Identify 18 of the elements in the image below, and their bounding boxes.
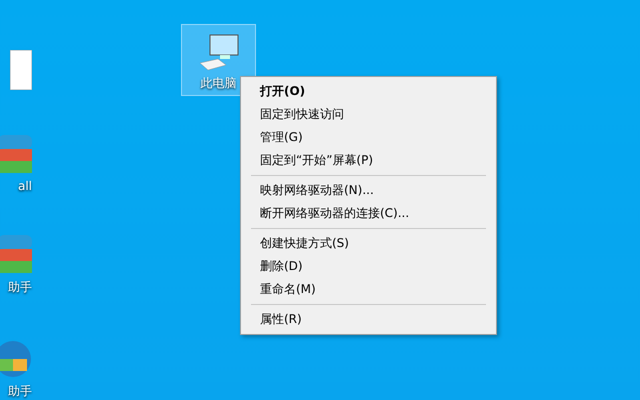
menu-item[interactable]: 固定到快速访问	[243, 103, 494, 126]
computer-icon	[198, 33, 240, 71]
package-icon	[0, 135, 32, 175]
shield-icon	[0, 339, 32, 379]
document-icon	[10, 50, 32, 90]
menu-item[interactable]: 固定到“开始”屏幕(P)	[243, 149, 494, 172]
menu-item[interactable]: 管理(G)	[243, 126, 494, 149]
menu-item[interactable]: 创建快捷方式(S)	[243, 232, 494, 255]
menu-item[interactable]: 重命名(M)	[243, 278, 494, 301]
package-icon	[0, 235, 32, 275]
menu-item[interactable]: 映射网络驱动器(N)...	[243, 179, 494, 202]
shortcut-label: 助手	[8, 279, 32, 296]
shortcut-label: 助手	[8, 383, 32, 400]
shortcut-label: all	[18, 179, 32, 193]
shortcut-label: 此电脑	[200, 75, 236, 92]
menu-item[interactable]: 属性(R)	[243, 308, 494, 331]
menu-item[interactable]: 断开网络驱动器的连接(C)...	[243, 202, 494, 225]
menu-item[interactable]: 删除(D)	[243, 255, 494, 278]
